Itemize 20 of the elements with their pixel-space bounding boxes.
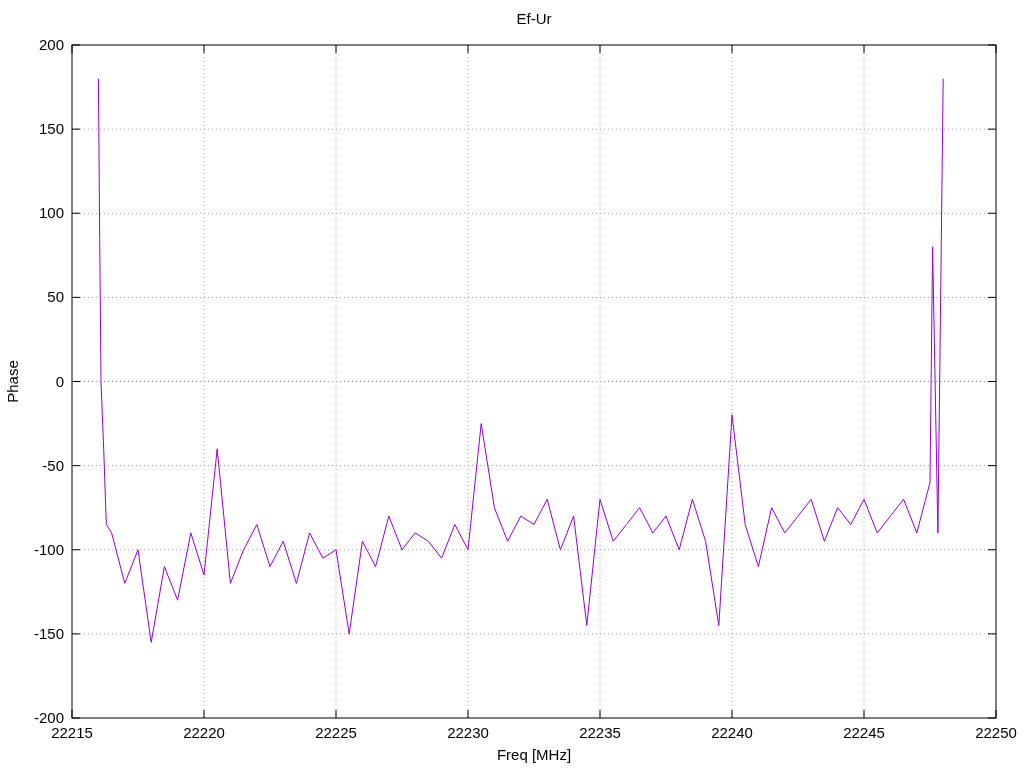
x-tick-label: 22215 <box>51 724 93 741</box>
y-axis-label: Phase <box>4 360 21 403</box>
y-tick-label: -200 <box>33 709 64 726</box>
y-tick-label: -50 <box>42 456 64 474</box>
x-tick-label: 22220 <box>183 724 225 741</box>
chart-title: Ef-Ur <box>516 10 552 27</box>
x-tick-label: 22240 <box>711 724 753 741</box>
x-tick-label: 22235 <box>579 724 621 741</box>
x-axis-label: Freq [MHz] <box>496 746 572 763</box>
y-tick-label: 0 <box>55 372 64 390</box>
y-tick-label: 200 <box>38 36 64 53</box>
x-tick-label: 22250 <box>975 724 1017 741</box>
y-tick-label: 150 <box>38 120 64 138</box>
y-tick-label: 100 <box>38 204 64 222</box>
y-tick-label: -150 <box>33 624 64 642</box>
x-tick-label: 22245 <box>843 724 885 741</box>
y-tick-label: -100 <box>33 540 64 558</box>
y-tick-label: 50 <box>47 288 64 306</box>
x-tick-label: 22230 <box>447 724 489 741</box>
x-tick-label: 22225 <box>315 724 357 741</box>
